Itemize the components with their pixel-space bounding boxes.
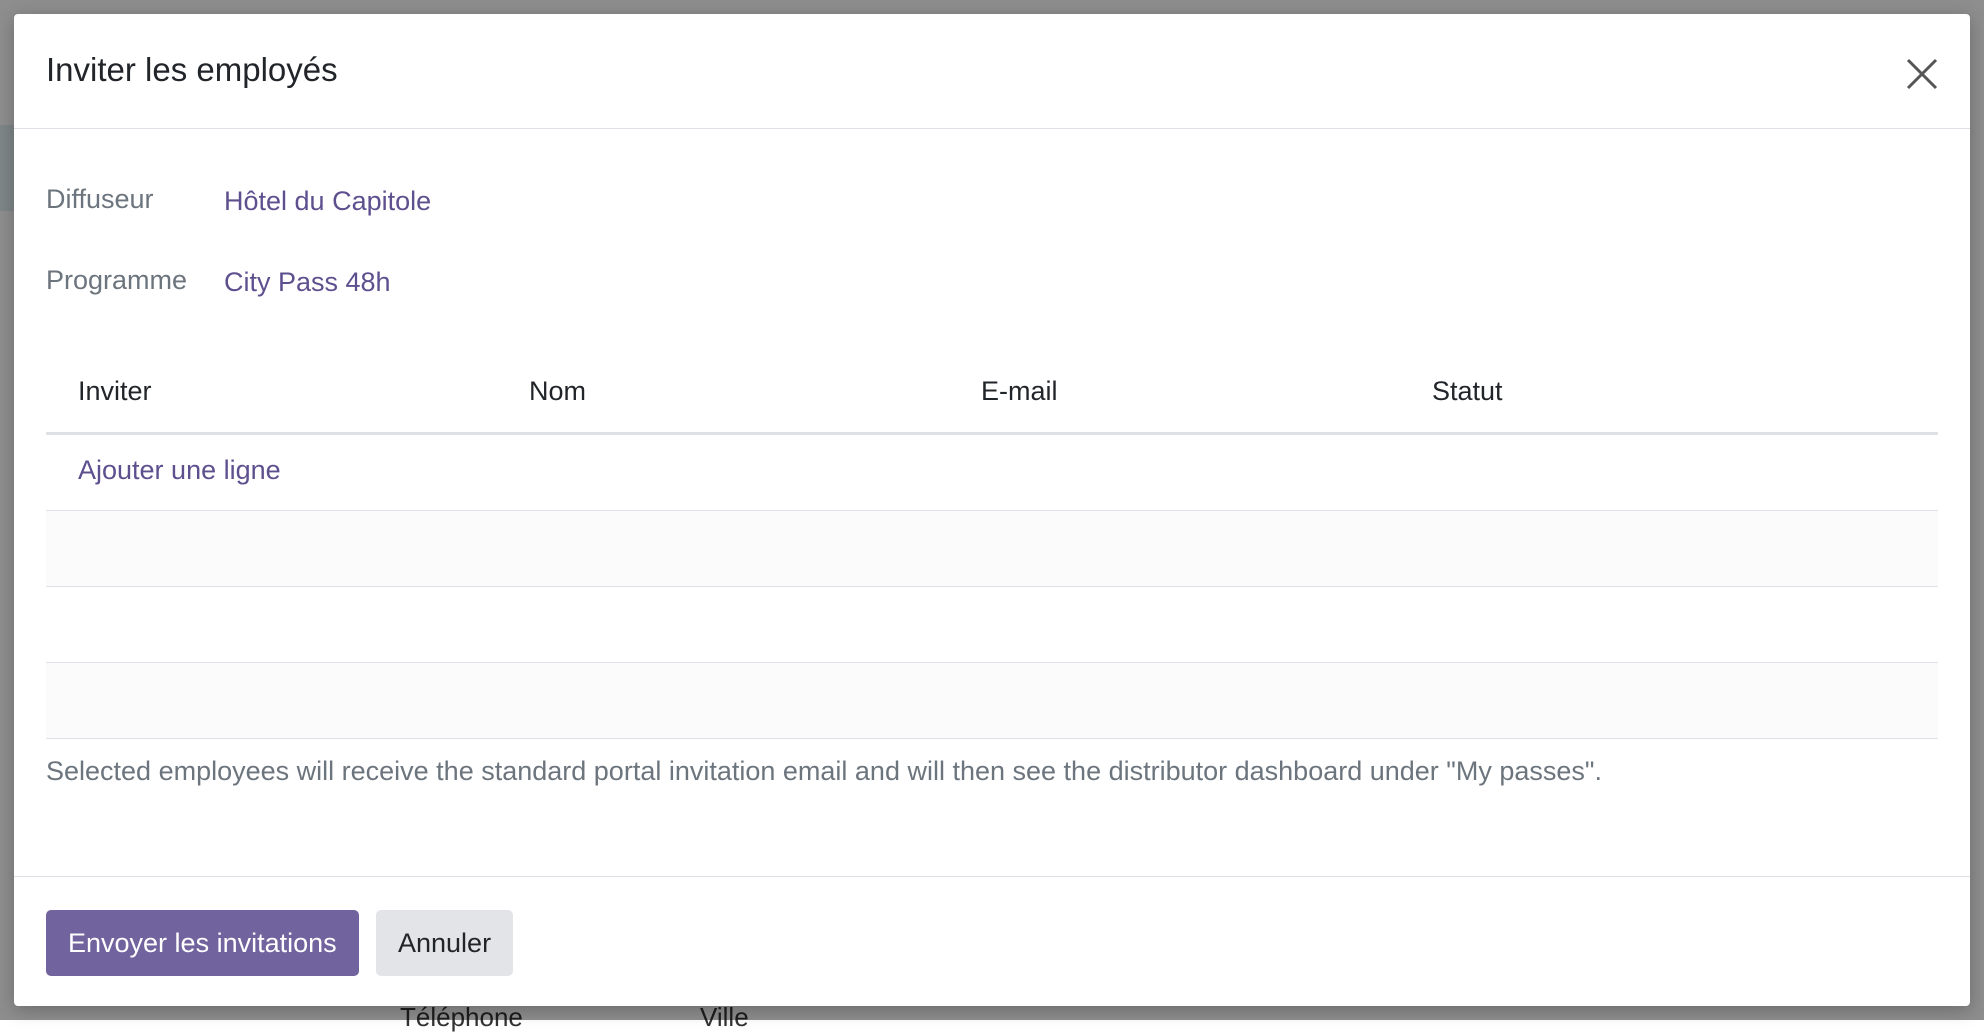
send-invitations-button[interactable]: Envoyer les invitations [46, 910, 359, 976]
empty-row [46, 663, 1938, 739]
close-icon[interactable] [1902, 54, 1942, 94]
column-header-invite[interactable]: Inviter [78, 376, 152, 407]
add-line-row: Ajouter une ligne [46, 435, 1938, 511]
add-line-link[interactable]: Ajouter une ligne [78, 455, 281, 486]
invite-table: Inviter Nom E-mail Statut Ajouter une li… [46, 354, 1938, 739]
dialog-header: Inviter les employés [14, 14, 1970, 129]
cancel-button[interactable]: Annuler [376, 910, 514, 976]
dialog-footer: Envoyer les invitations Annuler [14, 876, 1970, 1007]
help-text: Selected employees will receive the stan… [46, 756, 1603, 786]
empty-row [46, 511, 1938, 587]
programme-link[interactable]: City Pass 48h [224, 267, 391, 298]
column-header-name[interactable]: Nom [529, 376, 586, 407]
empty-row [46, 587, 1938, 663]
column-header-status[interactable]: Statut [1432, 376, 1503, 407]
invite-employees-dialog: Inviter les employés Diffuseur Hôtel du … [14, 14, 1970, 1006]
diffuseur-label: Diffuseur [46, 184, 154, 214]
column-header-email[interactable]: E-mail [981, 376, 1058, 407]
dialog-title: Inviter les employés [46, 51, 338, 88]
table-header: Inviter Nom E-mail Statut [46, 354, 1938, 435]
diffuseur-link[interactable]: Hôtel du Capitole [224, 186, 431, 217]
programme-label: Programme [46, 265, 188, 295]
